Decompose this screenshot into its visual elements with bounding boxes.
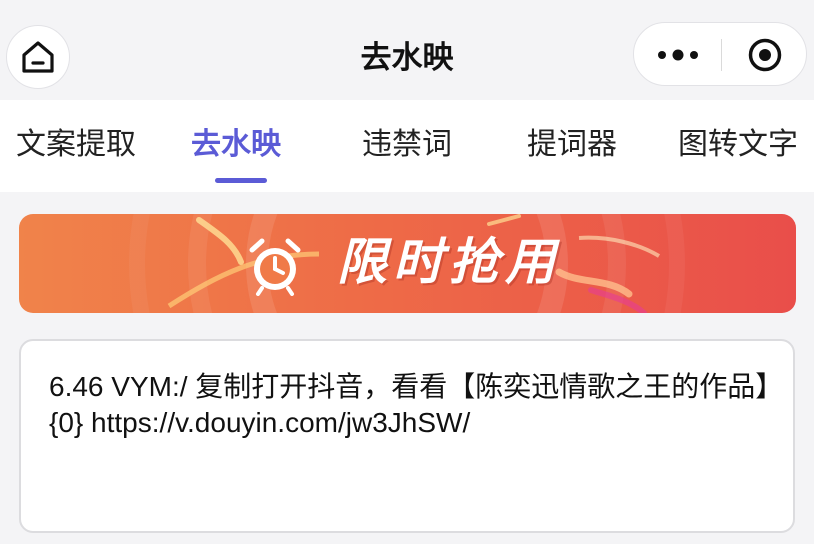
tab-teleprompter[interactable]: 提词器 — [527, 122, 617, 168]
more-button[interactable] — [634, 23, 721, 87]
share-link-textarea[interactable]: 6.46 VYM:/ 复制打开抖音，看看【陈奕迅情歌之王的作品】{0} http… — [19, 339, 795, 533]
banner-text: 限时抢用 — [337, 233, 561, 291]
promo-banner[interactable]: 限时抢用 — [19, 214, 796, 313]
navigation-bar: 去水映 — [0, 0, 814, 100]
tab-remove-watermark[interactable]: 去水映 — [191, 122, 281, 168]
close-mini-program-button[interactable] — [722, 23, 808, 87]
tab-banned-words[interactable]: 违禁词 — [362, 122, 452, 168]
alarm-clock-icon — [249, 238, 301, 296]
share-link-text[interactable]: 6.46 VYM:/ 复制打开抖音，看看【陈奕迅情歌之王的作品】{0} http… — [49, 369, 774, 441]
active-tab-indicator — [215, 178, 267, 183]
tab-image-to-text[interactable]: 图转文字 — [678, 122, 798, 168]
mini-program-capsule — [633, 22, 807, 86]
target-circle-icon — [748, 38, 782, 72]
more-dots-icon — [657, 49, 698, 61]
tab-text-extraction[interactable]: 文案提取 — [16, 122, 136, 168]
tab-bar: 文案提取 去水映 违禁词 提词器 图转文字 — [0, 100, 814, 192]
